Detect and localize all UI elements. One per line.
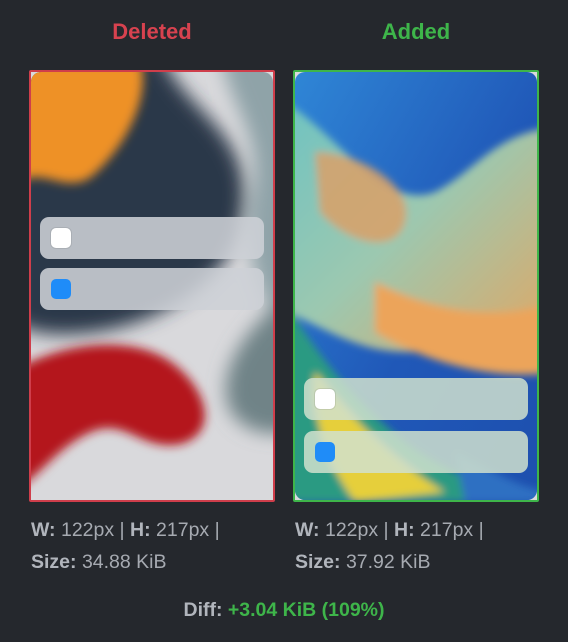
blue-square-icon	[51, 279, 71, 299]
added-widget-1	[304, 378, 528, 420]
deleted-meta: W: 122px | H: 217px | Size: 34.88 KiB	[31, 514, 281, 578]
deleted-h-label: H:	[130, 519, 151, 541]
deleted-wallpaper-preview	[31, 72, 273, 500]
deleted-w-value: 122px	[60, 519, 115, 541]
added-size: Size: 37.92 KiB	[295, 546, 545, 578]
added-wallpaper-preview	[295, 72, 537, 500]
diff-label: Diff:	[183, 599, 223, 621]
added-separator-2: |	[478, 519, 484, 541]
deleted-separator-1: |	[119, 519, 125, 541]
deleted-h-value: 217px	[156, 519, 210, 541]
deleted-widget-2	[40, 268, 264, 310]
added-separator-1: |	[383, 519, 389, 541]
added-heading: Added	[381, 19, 451, 44]
deleted-size-value: 34.88 KiB	[81, 551, 167, 573]
added-widget-2	[304, 431, 528, 473]
diff-summary: Diff: +3.04 KiB (109%)	[0, 595, 568, 625]
deleted-separator-2: |	[214, 519, 220, 541]
deleted-w-label: W:	[31, 519, 56, 541]
added-h-value: 217px	[420, 519, 474, 541]
added-meta: W: 122px | H: 217px | Size: 37.92 KiB	[295, 514, 545, 578]
deleted-image-frame[interactable]	[29, 70, 275, 502]
deleted-widget-1	[40, 217, 264, 259]
added-dimensions: W: 122px | H: 217px |	[295, 514, 545, 546]
added-size-label: Size:	[295, 551, 341, 573]
deleted-dimensions: W: 122px | H: 217px |	[31, 514, 281, 546]
white-square-icon	[315, 389, 335, 409]
deleted-size: Size: 34.88 KiB	[31, 546, 281, 578]
added-size-value: 37.92 KiB	[345, 551, 431, 573]
added-image-frame[interactable]	[293, 70, 539, 502]
added-w-value: 122px	[324, 519, 379, 541]
white-square-icon	[51, 228, 71, 248]
added-w-label: W:	[295, 519, 320, 541]
deleted-size-label: Size:	[31, 551, 77, 573]
deleted-heading: Deleted	[112, 19, 192, 44]
diff-value: +3.04 KiB (109%)	[227, 599, 385, 621]
blue-square-icon	[315, 442, 335, 462]
added-h-label: H:	[394, 519, 415, 541]
